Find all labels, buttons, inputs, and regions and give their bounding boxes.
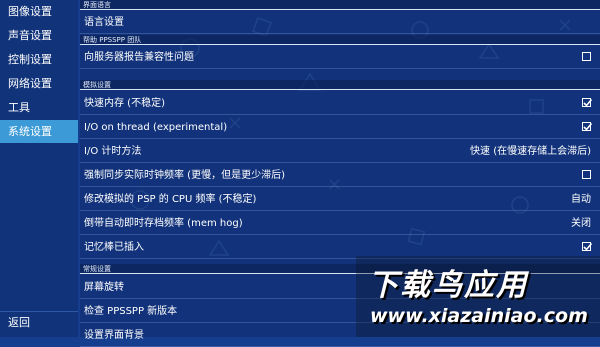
- back-button[interactable]: 返回: [0, 311, 78, 333]
- row-memory-stick[interactable]: 记忆棒已插入: [80, 236, 600, 259]
- back-button-label: 返回: [8, 316, 30, 329]
- sidebar-item-label: 工具: [8, 101, 30, 114]
- row-io-timing[interactable]: I/O 计时方法 快速 (在慢速存储上会滞后): [80, 140, 600, 163]
- sidebar-item-networking[interactable]: 网络设置: [0, 72, 78, 95]
- row-fast-memory[interactable]: 快速内存 (不稳定): [80, 92, 600, 115]
- sidebar: 图像设置 声音设置 控制设置 网络设置 工具 系统设置 返回: [0, 0, 78, 337]
- row-cpu-clock[interactable]: 修改模拟的 PSP 的 CPU 频率 (不稳定) 自动: [80, 188, 600, 211]
- report-compat-checkbox[interactable]: [582, 52, 591, 61]
- cpu-clock-value: 自动: [571, 194, 591, 205]
- checkmark-icon: [583, 242, 593, 251]
- row-label: 快速内存 (不稳定): [84, 98, 165, 109]
- section-header-label: 常规设置: [83, 265, 111, 273]
- section-header-label: 界面语言: [83, 1, 111, 9]
- sidebar-item-label: 网络设置: [8, 77, 52, 90]
- sidebar-item-controls[interactable]: 控制设置: [0, 48, 78, 71]
- sidebar-item-label: 控制设置: [8, 53, 52, 66]
- sidebar-item-tools[interactable]: 工具: [0, 96, 78, 119]
- fast-memory-checkbox[interactable]: [582, 98, 593, 107]
- row-set-background[interactable]: 设置界面背景: [80, 324, 600, 347]
- sidebar-item-audio[interactable]: 声音设置: [0, 24, 78, 47]
- checkmark-icon: [583, 98, 593, 107]
- row-io-thread[interactable]: I/O on thread (experimental): [80, 116, 600, 139]
- section-header-label: 帮助 PPSSPP 团队: [83, 36, 142, 44]
- row-rewind-frequency[interactable]: 倒带自动即时存档频率 (mem hog) 关闭: [80, 212, 600, 235]
- section-header-label: 模拟设置: [83, 81, 111, 89]
- row-label: 设置界面背景: [84, 330, 144, 341]
- section-header-help: 帮助 PPSSPP 团队: [80, 35, 600, 45]
- sidebar-item-label: 系统设置: [8, 125, 52, 138]
- row-label: 倒带自动即时存档频率 (mem hog): [84, 218, 243, 229]
- section-header-general: 常规设置: [80, 264, 600, 274]
- io-thread-checkbox[interactable]: [582, 122, 593, 131]
- sidebar-item-label: 声音设置: [8, 29, 52, 42]
- row-report-compat[interactable]: 向服务器报告兼容性问题: [80, 46, 600, 69]
- force-realtime-clock-checkbox[interactable]: [582, 170, 591, 179]
- row-label: I/O 计时方法: [84, 146, 142, 157]
- row-language[interactable]: 语言设置: [80, 11, 600, 34]
- row-label: I/O on thread (experimental): [84, 122, 228, 133]
- row-force-realtime-clock[interactable]: 强制同步实际时钟频率 (更慢，但是更少滞后): [80, 164, 600, 187]
- row-screen-rotation[interactable]: 屏幕旋转: [80, 276, 600, 299]
- sidebar-item-system[interactable]: 系统设置: [0, 120, 78, 143]
- row-label: 修改模拟的 PSP 的 CPU 频率 (不稳定): [84, 194, 257, 205]
- row-check-update[interactable]: 检查 PPSSPP 新版本: [80, 300, 600, 323]
- sidebar-item-label: 图像设置: [8, 5, 52, 18]
- row-label: 屏幕旋转: [84, 282, 124, 293]
- row-label: 记忆棒已插入: [84, 242, 144, 253]
- section-header-ui-language: 界面语言: [80, 0, 600, 10]
- row-label: 强制同步实际时钟频率 (更慢，但是更少滞后): [84, 170, 285, 181]
- memory-stick-checkbox[interactable]: [582, 242, 593, 251]
- checkmark-icon: [583, 122, 593, 131]
- sidebar-item-graphics[interactable]: 图像设置: [0, 0, 78, 23]
- section-header-emulation: 模拟设置: [80, 80, 600, 90]
- row-label: 语言设置: [84, 17, 124, 28]
- row-label: 检查 PPSSPP 新版本: [84, 306, 178, 317]
- row-label: 向服务器报告兼容性问题: [84, 52, 194, 63]
- io-timing-value: 快速 (在慢速存储上会滞后): [470, 146, 591, 157]
- rewind-frequency-value: 关闭: [571, 218, 591, 229]
